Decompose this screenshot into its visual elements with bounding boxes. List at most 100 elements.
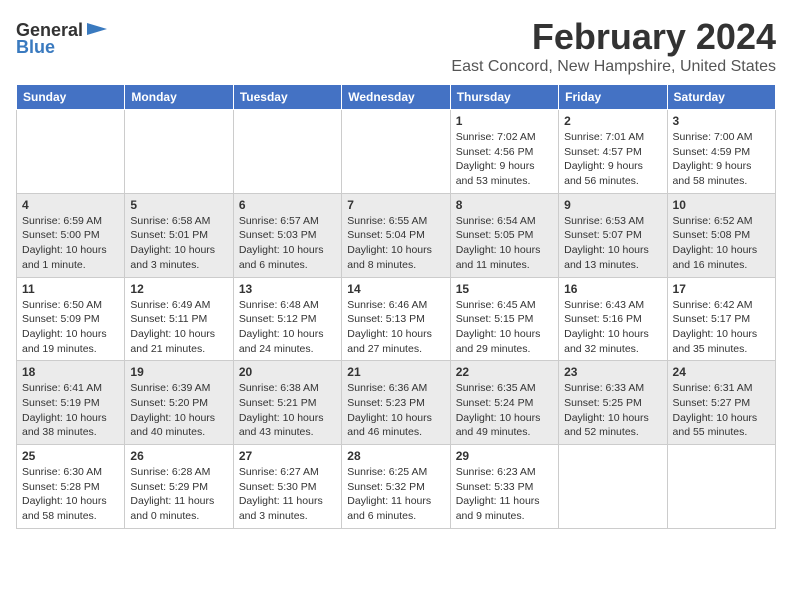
day-info: Sunrise: 6:35 AMSunset: 5:24 PMDaylight:…: [456, 381, 553, 440]
day-info: Sunrise: 6:52 AMSunset: 5:08 PMDaylight:…: [673, 214, 770, 273]
calendar-cell: 6Sunrise: 6:57 AMSunset: 5:03 PMDaylight…: [233, 193, 341, 277]
calendar-header-wednesday: Wednesday: [342, 85, 450, 110]
calendar-cell: 13 Sunrise: 6:48 AMSunset: 5:12 PMDayligh…: [233, 277, 341, 361]
calendar-cell: 4Sunrise: 6:59 AMSunset: 5:00 PMDaylight…: [17, 193, 125, 277]
day-info: Sunrise: 7:00 AMSunset: 4:59 PMDaylight:…: [673, 130, 770, 189]
calendar-cell: 29 Sunrise: 6:23 AMSunset: 5:33 PMDayligh…: [450, 445, 558, 529]
calendar-cell: [17, 110, 125, 194]
day-number: 3: [673, 114, 770, 128]
calendar-header-thursday: Thursday: [450, 85, 558, 110]
calendar-week-row: 18Sunrise: 6:41 AMSunset: 5:19 PMDayligh…: [17, 361, 776, 445]
calendar-header-tuesday: Tuesday: [233, 85, 341, 110]
calendar-week-row: 25 Sunrise: 6:30 AMSunset: 5:28 PMDayligh…: [17, 445, 776, 529]
day-info: Sunrise: 6:55 AMSunset: 5:04 PMDaylight:…: [347, 214, 444, 273]
day-info: Sunrise: 6:36 AMSunset: 5:23 PMDaylight:…: [347, 381, 444, 440]
calendar-cell: 18Sunrise: 6:41 AMSunset: 5:19 PMDayligh…: [17, 361, 125, 445]
day-info: Sunrise: 6:31 AMSunset: 5:27 PMDaylight:…: [673, 381, 770, 440]
calendar-cell: 2 Sunrise: 7:01 AMSunset: 4:57 PMDaylight…: [559, 110, 667, 194]
calendar-cell: 11Sunrise: 6:50 AMSunset: 5:09 PMDayligh…: [17, 277, 125, 361]
day-number: 21: [347, 365, 444, 379]
day-info: Sunrise: 6:49 AMSunset: 5:11 PMDaylight:…: [130, 298, 227, 357]
day-info: Sunrise: 6:38 AMSunset: 5:21 PMDaylight:…: [239, 381, 336, 440]
day-number: 7: [347, 198, 444, 212]
day-number: 26: [130, 449, 227, 463]
calendar-header-row: SundayMondayTuesdayWednesdayThursdayFrid…: [17, 85, 776, 110]
calendar-cell: [342, 110, 450, 194]
calendar-header-sunday: Sunday: [17, 85, 125, 110]
day-number: 19: [130, 365, 227, 379]
calendar-cell: 20 Sunrise: 6:38 AMSunset: 5:21 PMDayligh…: [233, 361, 341, 445]
day-number: 23: [564, 365, 661, 379]
day-info: Sunrise: 6:33 AMSunset: 5:25 PMDaylight:…: [564, 381, 661, 440]
calendar-cell: 24 Sunrise: 6:31 AMSunset: 5:27 PMDayligh…: [667, 361, 775, 445]
day-info: Sunrise: 6:48 AMSunset: 5:12 PMDaylight:…: [239, 298, 336, 357]
calendar-week-row: 1 Sunrise: 7:02 AMSunset: 4:56 PMDaylight…: [17, 110, 776, 194]
calendar-cell: 21 Sunrise: 6:36 AMSunset: 5:23 PMDayligh…: [342, 361, 450, 445]
calendar-cell: 26 Sunrise: 6:28 AMSunset: 5:29 PMDayligh…: [125, 445, 233, 529]
calendar-cell: 22 Sunrise: 6:35 AMSunset: 5:24 PMDayligh…: [450, 361, 558, 445]
calendar-cell: [559, 445, 667, 529]
calendar-week-row: 4Sunrise: 6:59 AMSunset: 5:00 PMDaylight…: [17, 193, 776, 277]
calendar-cell: [667, 445, 775, 529]
calendar-table: SundayMondayTuesdayWednesdayThursdayFrid…: [16, 84, 776, 529]
calendar-header-monday: Monday: [125, 85, 233, 110]
title-section: February 2024 East Concord, New Hampshir…: [451, 16, 776, 76]
calendar-header-saturday: Saturday: [667, 85, 775, 110]
calendar-cell: 1 Sunrise: 7:02 AMSunset: 4:56 PMDaylight…: [450, 110, 558, 194]
day-number: 10: [673, 198, 770, 212]
day-number: 14: [347, 282, 444, 296]
day-info: Sunrise: 6:41 AMSunset: 5:19 PMDaylight:…: [22, 381, 119, 440]
day-info: Sunrise: 6:54 AMSunset: 5:05 PMDaylight:…: [456, 214, 553, 273]
page-title: February 2024: [451, 16, 776, 58]
day-info: Sunrise: 7:01 AMSunset: 4:57 PMDaylight:…: [564, 130, 661, 189]
day-number: 13: [239, 282, 336, 296]
calendar-cell: 8 Sunrise: 6:54 AMSunset: 5:05 PMDaylight…: [450, 193, 558, 277]
day-number: 22: [456, 365, 553, 379]
calendar-cell: 5Sunrise: 6:58 AMSunset: 5:01 PMDaylight…: [125, 193, 233, 277]
calendar-cell: 28 Sunrise: 6:25 AMSunset: 5:32 PMDayligh…: [342, 445, 450, 529]
calendar-cell: [125, 110, 233, 194]
calendar-cell: 17Sunrise: 6:42 AMSunset: 5:17 PMDayligh…: [667, 277, 775, 361]
day-number: 24: [673, 365, 770, 379]
day-info: Sunrise: 6:25 AMSunset: 5:32 PMDaylight:…: [347, 465, 444, 524]
calendar-cell: 15 Sunrise: 6:45 AMSunset: 5:15 PMDayligh…: [450, 277, 558, 361]
calendar-cell: 23 Sunrise: 6:33 AMSunset: 5:25 PMDayligh…: [559, 361, 667, 445]
day-number: 12: [130, 282, 227, 296]
day-info: Sunrise: 6:30 AMSunset: 5:28 PMDaylight:…: [22, 465, 119, 524]
day-info: Sunrise: 7:02 AMSunset: 4:56 PMDaylight:…: [456, 130, 553, 189]
day-number: 4: [22, 198, 119, 212]
calendar-cell: 3 Sunrise: 7:00 AMSunset: 4:59 PMDaylight…: [667, 110, 775, 194]
day-number: 8: [456, 198, 553, 212]
day-number: 29: [456, 449, 553, 463]
day-number: 20: [239, 365, 336, 379]
day-number: 5: [130, 198, 227, 212]
day-info: Sunrise: 6:45 AMSunset: 5:15 PMDaylight:…: [456, 298, 553, 357]
day-number: 27: [239, 449, 336, 463]
day-info: Sunrise: 6:42 AMSunset: 5:17 PMDaylight:…: [673, 298, 770, 357]
calendar-cell: 7 Sunrise: 6:55 AMSunset: 5:04 PMDaylight…: [342, 193, 450, 277]
page-subtitle: East Concord, New Hampshire, United Stat…: [451, 58, 776, 76]
logo: General Blue: [16, 20, 107, 58]
day-info: Sunrise: 6:46 AMSunset: 5:13 PMDaylight:…: [347, 298, 444, 357]
calendar-cell: 9 Sunrise: 6:53 AMSunset: 5:07 PMDaylight…: [559, 193, 667, 277]
day-number: 9: [564, 198, 661, 212]
logo-blue-text: Blue: [16, 37, 55, 58]
calendar-cell: 12 Sunrise: 6:49 AMSunset: 5:11 PMDayligh…: [125, 277, 233, 361]
calendar-cell: 10 Sunrise: 6:52 AMSunset: 5:08 PMDayligh…: [667, 193, 775, 277]
day-number: 16: [564, 282, 661, 296]
calendar-cell: [233, 110, 341, 194]
day-info: Sunrise: 6:43 AMSunset: 5:16 PMDaylight:…: [564, 298, 661, 357]
day-info: Sunrise: 6:28 AMSunset: 5:29 PMDaylight:…: [130, 465, 227, 524]
calendar-cell: 25 Sunrise: 6:30 AMSunset: 5:28 PMDayligh…: [17, 445, 125, 529]
logo-flag-icon: [85, 23, 107, 39]
day-number: 1: [456, 114, 553, 128]
calendar-cell: 16 Sunrise: 6:43 AMSunset: 5:16 PMDayligh…: [559, 277, 667, 361]
day-info: Sunrise: 6:23 AMSunset: 5:33 PMDaylight:…: [456, 465, 553, 524]
day-number: 15: [456, 282, 553, 296]
calendar-cell: 14 Sunrise: 6:46 AMSunset: 5:13 PMDayligh…: [342, 277, 450, 361]
day-number: 2: [564, 114, 661, 128]
day-number: 25: [22, 449, 119, 463]
day-info: Sunrise: 6:53 AMSunset: 5:07 PMDaylight:…: [564, 214, 661, 273]
day-number: 28: [347, 449, 444, 463]
calendar-cell: 27Sunrise: 6:27 AMSunset: 5:30 PMDayligh…: [233, 445, 341, 529]
